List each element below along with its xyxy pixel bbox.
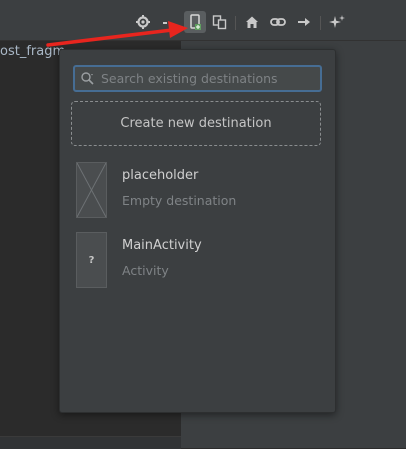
action-arrow-icon[interactable] — [296, 14, 312, 30]
create-new-destination-label: Create new destination — [120, 116, 272, 131]
search-input[interactable] — [101, 67, 316, 90]
editor-code-text: ost_fragm — [0, 44, 66, 59]
destination-item-mainactivity[interactable]: ? MainActivity Activity — [76, 232, 321, 290]
question-mark-icon: ? — [88, 254, 95, 266]
new-destination-icon[interactable] — [184, 11, 206, 33]
create-new-destination-button[interactable]: Create new destination — [71, 101, 321, 146]
destination-type: Empty destination — [122, 193, 237, 208]
destination-name: placeholder — [122, 168, 199, 183]
placeholder-thumbnail — [76, 162, 107, 218]
activity-thumbnail: ? — [76, 232, 107, 288]
minus-icon[interactable] — [158, 14, 174, 30]
editor-bottom-strip — [0, 436, 181, 449]
toolbar-divider — [320, 16, 321, 30]
toolbar-divider — [235, 16, 236, 30]
link-icon[interactable] — [270, 14, 286, 30]
home-icon[interactable] — [244, 14, 260, 30]
destination-search-box[interactable] — [73, 65, 322, 92]
auto-arrange-icon[interactable] — [329, 14, 345, 30]
nav-editor-toolbar — [0, 0, 406, 41]
gear-icon[interactable] — [135, 14, 151, 30]
search-icon — [81, 72, 94, 85]
add-destination-popup: Create new destination placeholder Empty… — [59, 49, 336, 413]
destination-item-placeholder[interactable]: placeholder Empty destination — [76, 162, 321, 220]
destination-name: MainActivity — [122, 238, 202, 253]
nested-graph-icon[interactable] — [212, 14, 228, 30]
destination-type: Activity — [122, 263, 169, 278]
